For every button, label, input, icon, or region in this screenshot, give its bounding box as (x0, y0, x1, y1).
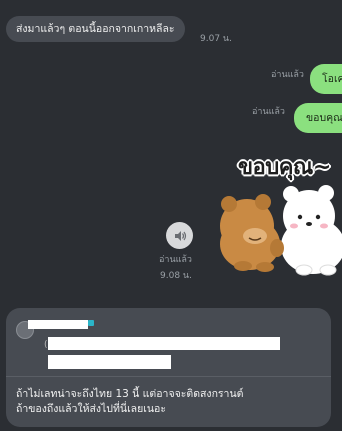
reply-message-text: ถ้าไม่เลทน่าจะถึงไทย 13 นี้ แต่อาจจะติดส… (16, 387, 243, 417)
reply-message-card[interactable]: ( ถ้าไม่เลทน่าจะถึงไทย 13 นี้ แต่อาจจะติ… (6, 308, 331, 427)
outgoing-message-bubble[interactable]: ขอบคุณ (294, 103, 342, 133)
card-divider (6, 376, 331, 377)
sender-badge-icon (88, 320, 94, 326)
incoming-message-bubble[interactable]: ส่งมาแล้วๆ ตอนนี้ออกจากเกาหลีละ (6, 16, 185, 42)
sticker-sound-button[interactable] (166, 222, 193, 249)
read-receipt: อ่านแล้ว (271, 70, 304, 80)
reply-message-line: ถ้าของถึงแล้วให้ส่งไปที่นี่เลยเนอะ (16, 403, 166, 415)
speaker-icon (174, 230, 186, 241)
redacted-quoted-text (48, 355, 171, 369)
redacted-quoted-text (48, 337, 280, 350)
sticker-message-time: 9.08 น. (160, 271, 192, 281)
read-receipt: อ่านแล้ว (159, 255, 192, 265)
outgoing-message-bubble[interactable]: โอเค (310, 64, 342, 94)
read-receipt: อ่านแล้ว (252, 107, 285, 117)
reply-message-line: ถ้าไม่เลทน่าจะถึงไทย 13 นี้ แต่อาจจะติดส… (16, 388, 244, 400)
incoming-message-time: 9.07 น. (200, 34, 232, 44)
quoted-message-marker: ( (44, 340, 48, 350)
redacted-sender-name (28, 320, 88, 329)
sticker-caption: ขอบคุณ~ (238, 155, 331, 180)
